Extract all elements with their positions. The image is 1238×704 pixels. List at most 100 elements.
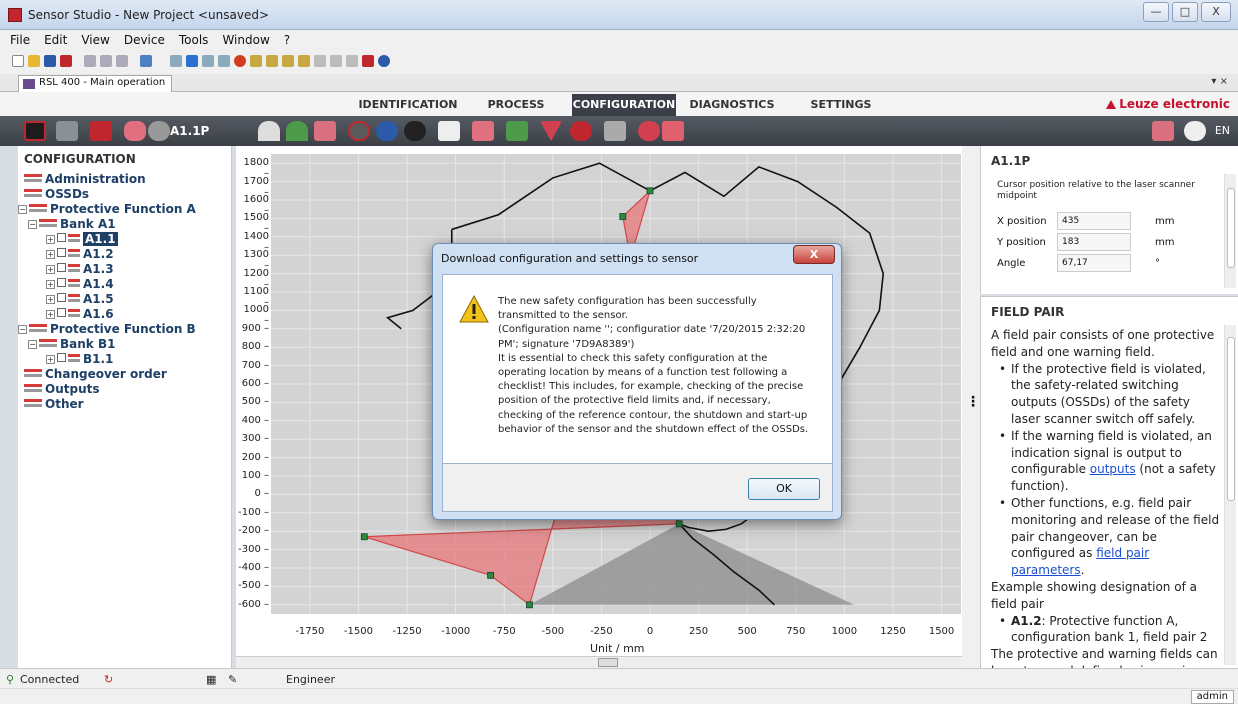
menu-edit[interactable]: Edit xyxy=(44,33,67,47)
close-button[interactable]: X xyxy=(1201,2,1231,22)
checkbox[interactable] xyxy=(57,293,66,302)
alert-icon[interactable] xyxy=(348,121,370,141)
zoom-field-icon[interactable] xyxy=(148,121,170,141)
c-icon[interactable] xyxy=(282,55,294,67)
tab-process[interactable]: PROCESS xyxy=(472,94,560,116)
tree-item-changeover-order[interactable]: Changeover order xyxy=(18,367,231,382)
ok-button[interactable]: OK xyxy=(748,478,820,500)
pig-icon[interactable] xyxy=(314,121,336,141)
upload-icon[interactable] xyxy=(202,55,214,67)
tree-item-a1-4[interactable]: + A1.4 xyxy=(18,277,231,292)
scanner-icon[interactable] xyxy=(404,121,426,141)
checkbox[interactable] xyxy=(57,278,66,287)
circle-icon[interactable] xyxy=(376,121,398,141)
sync-icon[interactable]: ↻ xyxy=(104,673,113,686)
collapse-icon[interactable]: − xyxy=(18,325,27,334)
undo-icon[interactable] xyxy=(662,121,684,141)
tree-item-other[interactable]: Other xyxy=(18,397,231,412)
right-splitter[interactable]: ⋮ xyxy=(962,146,980,668)
menu-device[interactable]: Device xyxy=(124,33,165,47)
save-icon[interactable] xyxy=(44,55,56,67)
p-icon[interactable] xyxy=(250,55,262,67)
pause-icon[interactable] xyxy=(186,55,198,67)
expand-icon[interactable]: + xyxy=(46,235,55,244)
checkbox[interactable] xyxy=(57,233,66,242)
save-config-icon[interactable] xyxy=(90,121,112,141)
tree-item-protective-function-a[interactable]: − Protective Function A xyxy=(18,202,231,217)
help-circle-icon[interactable] xyxy=(1184,121,1206,141)
delete-icon[interactable] xyxy=(638,121,660,141)
outputs-link[interactable]: outputs xyxy=(1090,462,1136,476)
tree-item-a1-1[interactable]: + A1.1 xyxy=(18,232,231,247)
edit-field-icon[interactable] xyxy=(472,121,494,141)
collapse-icon[interactable]: − xyxy=(28,340,37,349)
checkbox[interactable] xyxy=(57,308,66,317)
expand-icon[interactable]: + xyxy=(46,280,55,289)
warning-alert-icon[interactable] xyxy=(570,121,592,141)
menu-tools[interactable]: Tools xyxy=(179,33,209,47)
tree-item-bank-a1[interactable]: − Bank A1 xyxy=(18,217,231,232)
tab-diagnostics[interactable]: DIAGNOSTICS xyxy=(682,94,782,116)
edit-icon[interactable]: ✎ xyxy=(228,673,237,686)
cut-icon[interactable] xyxy=(84,55,96,67)
expand-icon[interactable]: + xyxy=(46,265,55,274)
network-icon[interactable] xyxy=(56,121,78,141)
tab-identification[interactable]: IDENTIFICATION xyxy=(354,94,462,116)
document-tab[interactable]: RSL 400 - Main operation xyxy=(18,75,173,92)
download-icon[interactable] xyxy=(218,55,230,67)
protective-gauge-icon[interactable] xyxy=(258,121,280,141)
info-icon[interactable] xyxy=(362,55,374,67)
details-scrollbar[interactable] xyxy=(1224,174,1236,288)
menu-file[interactable]: File xyxy=(10,33,30,47)
maximize-button[interactable]: □ xyxy=(1172,2,1198,22)
tree-item-b1-1[interactable]: + B1.1 xyxy=(18,352,231,367)
tree-item-bank-b1[interactable]: − Bank B1 xyxy=(18,337,231,352)
funnel-icon[interactable] xyxy=(540,121,562,141)
new-file-icon[interactable] xyxy=(12,55,24,67)
tree-item-administration[interactable]: Administration xyxy=(18,172,231,187)
menu-help[interactable]: ? xyxy=(284,33,290,47)
checkbox[interactable] xyxy=(57,263,66,272)
connect-icon[interactable] xyxy=(170,55,182,67)
help-icon[interactable] xyxy=(378,55,390,67)
tool-icon[interactable] xyxy=(314,55,326,67)
collapse-icon[interactable]: − xyxy=(28,220,37,229)
paste-icon[interactable] xyxy=(116,55,128,67)
c2-icon[interactable] xyxy=(298,55,310,67)
expand-icon[interactable]: + xyxy=(46,250,55,259)
splitter-grip-icon[interactable]: ⋮ xyxy=(966,394,980,410)
menu-view[interactable]: View xyxy=(81,33,109,47)
scrollbar-thumb[interactable] xyxy=(598,658,618,667)
p2-icon[interactable] xyxy=(266,55,278,67)
tree-item-ossds[interactable]: OSSDs xyxy=(18,187,231,202)
hand-icon[interactable] xyxy=(438,121,460,141)
expand-icon[interactable]: + xyxy=(46,295,55,304)
expand-icon[interactable]: + xyxy=(46,355,55,364)
scrollbar-thumb[interactable] xyxy=(1227,188,1235,268)
layout-icon[interactable] xyxy=(140,55,152,67)
menu-window[interactable]: Window xyxy=(222,33,269,47)
tab-configuration[interactable]: CONFIGURATION xyxy=(572,94,676,116)
tree-item-a1-6[interactable]: + A1.6 xyxy=(18,307,231,322)
checkbox[interactable] xyxy=(57,353,66,362)
warning-gauge-icon[interactable] xyxy=(286,121,308,141)
tab-controls[interactable]: ▾ × xyxy=(1211,76,1228,87)
tree-item-outputs[interactable]: Outputs xyxy=(18,382,231,397)
contour-icon[interactable] xyxy=(604,121,626,141)
angle-field[interactable]: 67,17 xyxy=(1057,254,1131,272)
search-icon[interactable] xyxy=(346,55,358,67)
horizontal-scrollbar[interactable] xyxy=(236,656,962,668)
scrollbar-thumb[interactable] xyxy=(1227,337,1235,501)
x-position-field[interactable]: 435 xyxy=(1057,212,1131,230)
checkbox[interactable] xyxy=(57,248,66,257)
zoom-icon[interactable] xyxy=(330,55,342,67)
help-scrollbar[interactable] xyxy=(1224,325,1236,665)
field-icon[interactable] xyxy=(124,121,146,141)
tree-item-a1-2[interactable]: + A1.2 xyxy=(18,247,231,262)
tree-item-protective-function-b[interactable]: − Protective Function B xyxy=(18,322,231,337)
copy-icon[interactable] xyxy=(100,55,112,67)
minimize-button[interactable]: — xyxy=(1143,2,1169,22)
tree-item-a1-5[interactable]: + A1.5 xyxy=(18,292,231,307)
stop-icon[interactable] xyxy=(234,55,246,67)
wrench-icon[interactable] xyxy=(1152,121,1174,141)
